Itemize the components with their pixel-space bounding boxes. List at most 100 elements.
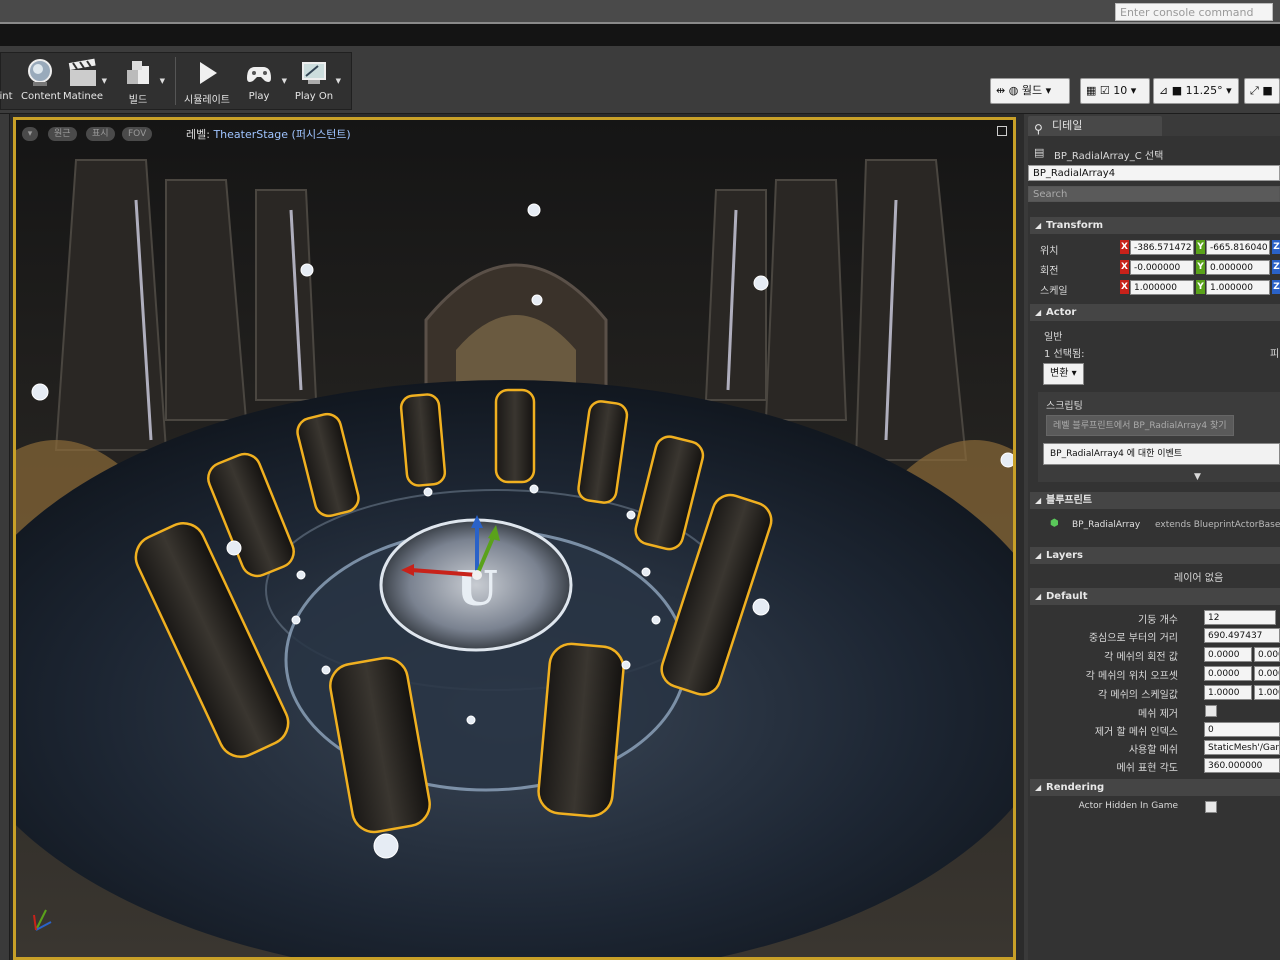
scripting-label: 스크립팅 xyxy=(1046,401,1083,412)
rotation-y-field[interactable]: 0.000000 xyxy=(1206,260,1270,275)
viewport-options-dropdown[interactable]: ▾ xyxy=(22,127,38,141)
scale-snap-button[interactable]: ⤢ ■ xyxy=(1244,78,1280,104)
scale-arrow-icon: ⤢ xyxy=(1250,84,1259,97)
perspective-button[interactable]: 원근 xyxy=(48,127,77,141)
collapse-triangle-icon: ◢ xyxy=(1035,496,1042,505)
launch-monitor-icon xyxy=(302,62,326,84)
grid-icon: ▦ xyxy=(1086,84,1097,97)
matinee-button[interactable]: Matinee ▼ xyxy=(61,53,107,109)
details-panel: ⚲ 디테일 ▤ BP_RadialArray_C 선택 BP_RadialArr… xyxy=(1024,114,1280,960)
rotation-snap-button[interactable]: ⊿ ■ 11.25° ▾ xyxy=(1153,78,1239,104)
unreal-editor-window: Enter console command int Content Matine… xyxy=(0,0,1280,960)
collapse-triangle-icon: ◢ xyxy=(1035,308,1042,317)
tab-details[interactable]: ⚲ 디테일 xyxy=(1028,116,1162,136)
level-label: 레벨: TheaterStage (퍼시스턴트) xyxy=(186,126,351,142)
build-blocks-icon xyxy=(127,61,149,84)
build-dropdown-icon[interactable]: ▼ xyxy=(160,77,165,85)
chevron-down-icon: ▾ xyxy=(27,129,33,139)
actor-hidden-in-game-checkbox[interactable] xyxy=(1205,801,1217,813)
build-button[interactable]: 빌드 ▼ xyxy=(113,53,165,109)
blueprint-button[interactable]: int xyxy=(0,53,19,109)
matinee-dropdown-icon[interactable]: ▼ xyxy=(102,77,107,85)
remove-mesh-index-field[interactable]: 0 xyxy=(1204,722,1280,737)
remove-mesh-label: 메쉬 제거 xyxy=(1138,709,1178,720)
actor-hidden-in-game-label: Actor Hidden In Game xyxy=(1078,801,1178,811)
scale-x-field[interactable]: 1.000000 xyxy=(1130,280,1194,295)
mesh-to-use-field[interactable]: StaticMesh'/Gar xyxy=(1204,740,1280,755)
build-button-label: 빌드 xyxy=(128,95,148,106)
chevron-down-icon: ▾ xyxy=(1071,368,1077,379)
blueprint-class-name[interactable]: BP_RadialArray xyxy=(1072,520,1140,530)
axis-z-badge: Z xyxy=(1272,240,1280,254)
content-button[interactable]: Content xyxy=(21,53,61,109)
simulate-button[interactable]: 시뮬레이트 xyxy=(181,53,233,109)
grid-snap-checkbox-icon[interactable]: ☑ xyxy=(1100,84,1110,97)
layers-section-header[interactable]: ◢ Layers xyxy=(1030,547,1280,564)
play-on-dropdown-icon[interactable]: ▼ xyxy=(336,77,341,85)
mesh-scale-field-2[interactable]: 1.000 xyxy=(1254,685,1280,700)
advanced-expand-icon[interactable]: ▼ xyxy=(1194,472,1201,482)
transform-tools-icon: ⇹ xyxy=(996,84,1006,97)
console-command-input[interactable]: Enter console command xyxy=(1115,3,1273,21)
mesh-angle-field[interactable]: 360.000000 xyxy=(1204,758,1280,773)
blueprint-section-header[interactable]: ◢ 블루프린트 xyxy=(1030,492,1280,509)
find-in-level-blueprint-button[interactable]: 레벨 블루프린트에서 BP_RadialArray4 찾기 xyxy=(1046,415,1234,436)
play-button-label: Play xyxy=(248,91,270,102)
collapse-triangle-icon: ◢ xyxy=(1035,221,1042,230)
default-section-header[interactable]: ◢ Default xyxy=(1030,588,1280,605)
collapse-triangle-icon: ◢ xyxy=(1035,783,1042,792)
location-y-field[interactable]: -665.816040 xyxy=(1206,240,1270,255)
convert-button[interactable]: 변환 ▾ xyxy=(1043,363,1084,385)
rotation-x-field[interactable]: -0.000000 xyxy=(1130,260,1194,275)
actor-section-header[interactable]: ◢ Actor xyxy=(1030,304,1280,321)
grid-snap-value: 10 xyxy=(1113,84,1128,97)
grid-snap-button[interactable]: ▦ ☑ 10 ▾ xyxy=(1080,78,1150,104)
pillar-count-field[interactable]: 12 xyxy=(1204,610,1276,625)
mesh-rotation-field-2[interactable]: 0.000 xyxy=(1254,647,1280,662)
scale-label: 스케일 xyxy=(1040,286,1068,297)
chevron-down-icon: ▾ xyxy=(1045,84,1052,97)
world-label: 월드 xyxy=(1021,84,1043,97)
rendering-section-header[interactable]: ◢ Rendering xyxy=(1030,779,1280,796)
blueprint-asset-icon: ⬢ xyxy=(1050,518,1059,529)
blueprint-events-button[interactable]: BP_RadialArray4 에 대한 이벤트 xyxy=(1043,443,1280,465)
magnifier-icon xyxy=(28,59,52,86)
rotation-snap-checkbox-icon[interactable]: ■ xyxy=(1172,84,1182,97)
axis-x-badge: X xyxy=(1120,240,1129,254)
fov-button[interactable]: FOV xyxy=(122,127,153,141)
viewport-scene[interactable]: U xyxy=(16,120,1013,957)
simulate-button-label: 시뮬레이트 xyxy=(184,95,230,106)
location-x-field[interactable]: -386.571472 xyxy=(1130,240,1194,255)
world-local-toggle[interactable]: ⇹ ◍ 월드 ▾ xyxy=(990,78,1070,104)
show-button[interactable]: 표시 xyxy=(86,127,115,141)
selected-count-label: 1 선택됨: xyxy=(1044,349,1085,360)
title-strip: Enter console command xyxy=(0,0,1280,24)
toolbar-separator xyxy=(175,57,176,105)
maximize-viewport-icon[interactable] xyxy=(997,126,1007,136)
distance-from-center-label: 중심으로 부터의 거리 xyxy=(1088,633,1178,644)
mesh-offset-field-2[interactable]: 0.000 xyxy=(1254,666,1280,681)
rotation-angle-icon: ⊿ xyxy=(1159,84,1169,97)
actor-name-field[interactable]: BP_RadialArray4 xyxy=(1028,165,1280,181)
collapse-triangle-icon: ◢ xyxy=(1035,592,1042,601)
scale-y-field[interactable]: 1.000000 xyxy=(1206,280,1270,295)
chevron-down-icon: ▾ xyxy=(1226,84,1232,97)
level-viewport[interactable]: U ▾ 원근 표시 FOV 레벨: TheaterStage (퍼시스턴트) xyxy=(13,117,1016,960)
axis-y-badge: Y xyxy=(1196,280,1205,294)
distance-from-center-field[interactable]: 690.497437 xyxy=(1204,628,1280,643)
details-search-input[interactable]: Search xyxy=(1028,186,1280,202)
mesh-offset-field-1[interactable]: 0.0000 xyxy=(1204,666,1252,681)
play-button[interactable]: Play ▼ xyxy=(233,53,287,109)
remove-mesh-checkbox[interactable] xyxy=(1205,705,1217,717)
menu-strip xyxy=(0,24,1280,46)
transform-section-header[interactable]: ◢ Transform xyxy=(1030,217,1280,234)
mesh-rotation-field-1[interactable]: 0.0000 xyxy=(1204,647,1252,662)
play-dropdown-icon[interactable]: ▼ xyxy=(282,77,287,85)
blueprint-section-title: 블루프린트 xyxy=(1046,495,1092,506)
no-layers-text: 레이어 없음 xyxy=(1174,573,1224,584)
scale-snap-checkbox-icon[interactable]: ■ xyxy=(1262,84,1272,97)
layers-section-title: Layers xyxy=(1046,550,1083,561)
mesh-scale-field-1[interactable]: 1.0000 xyxy=(1204,685,1252,700)
blueprint-extends-text: extends BlueprintActorBase xyxy=(1155,520,1280,530)
play-on-button[interactable]: Play On ▼ xyxy=(289,53,341,109)
